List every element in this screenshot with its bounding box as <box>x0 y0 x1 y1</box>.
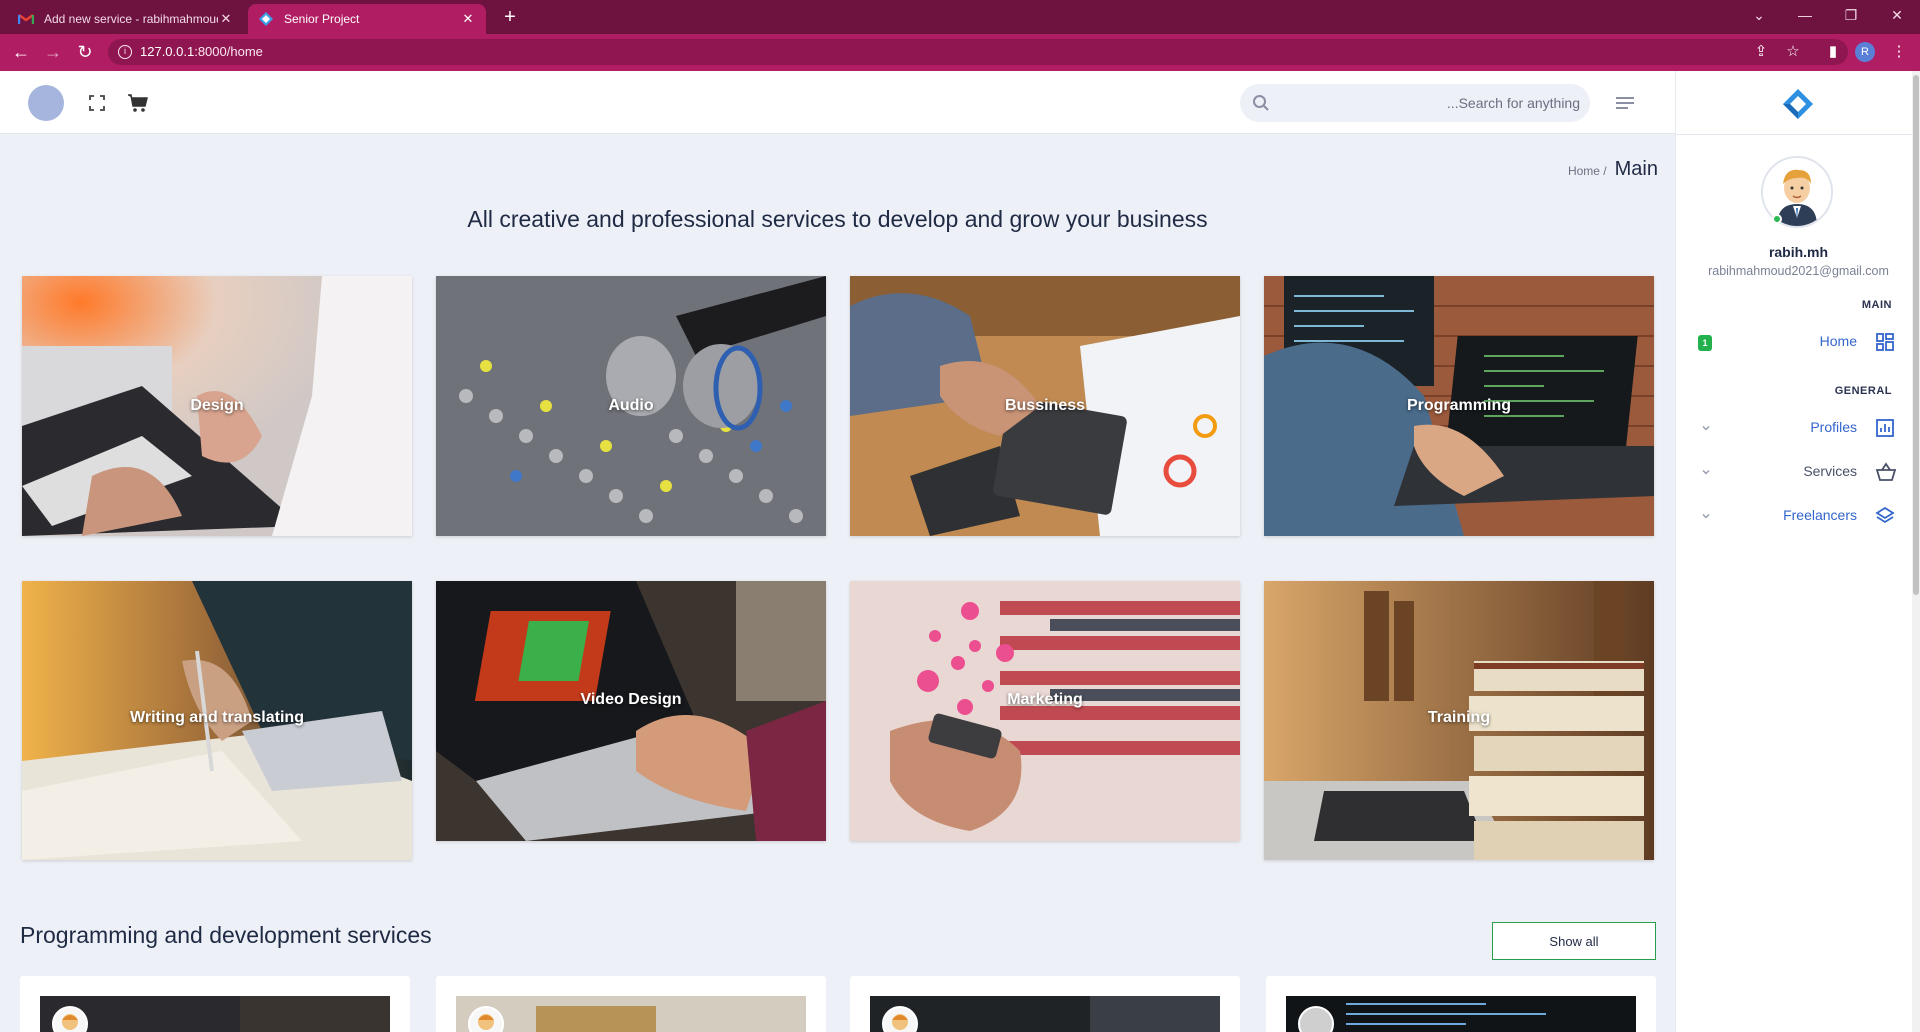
service-card[interactable] <box>1266 976 1656 1032</box>
browser-profile-avatar[interactable]: R <box>1855 42 1875 62</box>
sidebar-item-label: Services <box>1803 463 1857 479</box>
marketing-photo <box>850 581 1240 841</box>
section-label-main: MAIN <box>1861 299 1892 311</box>
online-status-indicator <box>1772 214 1782 224</box>
section-label-general: GENERAL <box>1834 385 1892 397</box>
category-label: Programming <box>1406 397 1511 414</box>
browser-tab-strip: Add new service - rabihmahmoud ✕ Senior … <box>0 0 1920 34</box>
sidebar-item-label: Profiles <box>1810 419 1857 435</box>
divider <box>1676 134 1920 135</box>
url-host: 127.0.0.1 <box>140 44 195 59</box>
search-icon <box>1252 94 1270 112</box>
category-label: Audio <box>608 397 654 414</box>
page-headline: All creative and professional services t… <box>467 206 1208 232</box>
category-label: Bussiness <box>1004 397 1086 414</box>
close-window-button[interactable]: ✕ <box>1874 0 1920 34</box>
category-card-training[interactable]: Training <box>1264 581 1654 860</box>
category-label: Marketing <box>1007 691 1083 708</box>
category-card-design[interactable]: Design <box>22 276 412 536</box>
notification-badge: 1 <box>1698 335 1712 351</box>
browser-tab-senior-project[interactable]: Senior Project ✕ <box>248 4 486 34</box>
basket-icon <box>1875 462 1897 482</box>
right-sidebar: rabih.mh rabihmahmoud2021@gmail.com MAIN… <box>1675 71 1920 1032</box>
show-all-button[interactable]: Show all <box>1492 922 1656 960</box>
close-tab-icon[interactable]: ✕ <box>460 11 476 27</box>
category-card-programming[interactable]: Programming <box>1264 276 1654 536</box>
sidebar-item-label: Home <box>1819 333 1857 349</box>
service-card[interactable] <box>20 976 410 1032</box>
service-thumbnail <box>1286 996 1636 1032</box>
category-card-marketing[interactable]: Marketing <box>850 581 1240 841</box>
fullscreen-icon[interactable] <box>86 92 108 114</box>
dashboard-grid-icon <box>1875 332 1895 352</box>
sidebar-item-services[interactable]: Services <box>1676 454 1920 490</box>
category-card-video-design[interactable]: Video Design <box>436 581 826 841</box>
page-scrollbar[interactable] <box>1912 71 1920 1032</box>
seller-avatar <box>468 1006 504 1032</box>
address-bar[interactable]: i 127.0.0.1:8000/home <box>108 39 1848 65</box>
back-icon[interactable]: ← <box>8 39 34 65</box>
restore-button[interactable]: ❐ <box>1828 0 1874 34</box>
hamburger-menu-icon[interactable] <box>1614 93 1638 113</box>
service-card[interactable] <box>850 976 1240 1032</box>
minimize-button[interactable]: — <box>1782 0 1828 34</box>
category-card-business[interactable]: Bussiness <box>850 276 1240 536</box>
service-thumbnail <box>40 996 390 1032</box>
app-header <box>0 71 1675 134</box>
close-tab-icon[interactable]: ✕ <box>218 11 234 27</box>
tab-search-icon[interactable]: ⌄ <box>1736 0 1782 34</box>
category-card-audio[interactable]: Audio <box>436 276 826 536</box>
cart-icon[interactable] <box>126 91 150 115</box>
category-card-writing[interactable]: Writing and translating <box>22 581 412 860</box>
sidebar-item-home[interactable]: 1 Home <box>1676 324 1920 360</box>
video-photo <box>436 581 826 841</box>
new-tab-button[interactable]: + <box>498 6 522 30</box>
app-logo-icon <box>258 11 274 27</box>
gmail-icon <box>18 11 34 27</box>
user-email: rabihmahmoud2021@gmail.com <box>1708 264 1889 278</box>
share-icon[interactable]: ⇪ <box>1750 41 1772 63</box>
service-thumbnail <box>870 996 1220 1032</box>
page-title: Main <box>1614 158 1658 180</box>
category-label: Design <box>190 397 244 414</box>
site-info-icon[interactable]: i <box>118 45 132 59</box>
forward-icon[interactable]: → <box>40 39 66 65</box>
search-box[interactable] <box>1240 84 1590 122</box>
tab-title: Senior Project <box>284 12 360 26</box>
service-thumbnail <box>456 996 806 1032</box>
breadcrumb-home[interactable]: Home / <box>1568 164 1607 178</box>
section-title: Programming and development services <box>20 922 432 948</box>
chevron-down-icon <box>1700 509 1712 521</box>
chart-icon <box>1875 418 1895 438</box>
side-panel-icon[interactable]: ▮ <box>1822 41 1844 63</box>
sidebar-item-label: Freelancers <box>1783 507 1857 523</box>
seller-avatar <box>882 1006 918 1032</box>
layers-icon <box>1875 506 1895 526</box>
category-label: Training <box>1427 709 1491 726</box>
chevron-down-icon <box>1700 465 1712 477</box>
sidebar-item-freelancers[interactable]: Freelancers <box>1676 498 1920 534</box>
browser-menu-icon[interactable]: ⋮ <box>1888 41 1910 63</box>
bookmark-star-icon[interactable]: ☆ <box>1782 41 1804 63</box>
user-name: rabih.mh <box>1768 244 1829 260</box>
seller-avatar <box>52 1006 88 1032</box>
category-label: Video Design <box>580 691 682 708</box>
app-logo-icon[interactable] <box>1781 87 1815 121</box>
search-input[interactable] <box>1280 84 1580 122</box>
tab-title: Add new service - rabihmahmoud <box>44 12 218 26</box>
url-path: :8000/home <box>194 44 263 59</box>
chevron-down-icon <box>1700 421 1712 433</box>
browser-toolbar: ← → ↻ i 127.0.0.1:8000/home ⇪ ☆ ▮ ⋮ <box>0 34 1920 71</box>
sidebar-item-profiles[interactable]: Profiles <box>1676 410 1920 446</box>
header-avatar[interactable] <box>28 85 64 121</box>
breadcrumb: Home / Main <box>1568 158 1658 181</box>
reload-icon[interactable]: ↻ <box>72 39 98 65</box>
category-label: Writing and translating <box>130 709 304 726</box>
service-card[interactable] <box>436 976 826 1032</box>
browser-tab-gmail[interactable]: Add new service - rabihmahmoud ✕ <box>8 4 244 34</box>
scrollbar-thumb[interactable] <box>1913 75 1919 595</box>
